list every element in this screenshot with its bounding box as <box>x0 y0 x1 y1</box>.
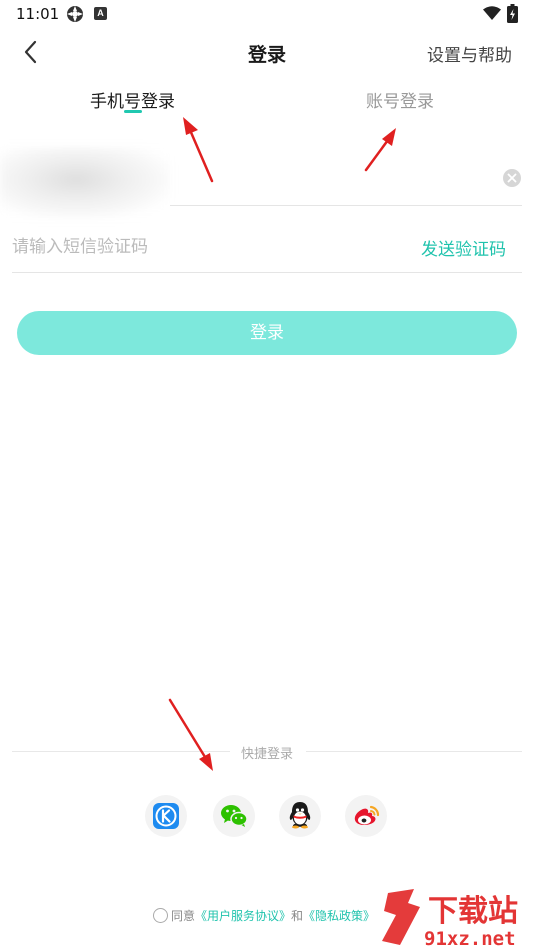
weibo-login-button[interactable] <box>345 795 387 837</box>
login-button[interactable]: 登录 <box>17 311 517 355</box>
agree-prefix: 同意 <box>171 909 196 923</box>
divider-line-right <box>306 751 522 752</box>
service-agreement-link[interactable]: 《用户服务协议》 <box>195 909 291 923</box>
watermark-title: 下载站 <box>428 894 518 929</box>
code-field-underline <box>12 272 522 273</box>
kugou-login-button[interactable] <box>145 795 187 837</box>
status-time: 11:01 <box>16 5 60 23</box>
wechat-login-button[interactable] <box>213 795 255 837</box>
active-tab-indicator <box>124 110 142 113</box>
badge-a-icon: A <box>94 7 107 20</box>
tab-account-login[interactable]: 账号登录 <box>366 87 434 112</box>
battery-icon <box>507 4 518 23</box>
send-code-button[interactable]: 发送验证码 <box>421 235 506 260</box>
settings-help-link[interactable]: 设置与帮助 <box>427 41 512 66</box>
annotation-arrows <box>168 117 396 771</box>
header: 登录 设置与帮助 <box>0 30 534 74</box>
quick-login-divider: 快捷登录 <box>12 742 522 762</box>
agree-conjunction: 和 <box>291 909 304 923</box>
qq-icon <box>289 802 311 829</box>
sms-code-input[interactable] <box>12 233 392 261</box>
blurred-phone-number <box>0 148 170 218</box>
close-icon <box>507 173 517 183</box>
agreement-row: 同意《用户服务协议》和《隐私政策》 <box>153 907 375 925</box>
qq-login-button[interactable] <box>279 795 321 837</box>
phone-field-underline <box>170 205 522 206</box>
tab-phone-login[interactable]: 手机号登录 <box>90 87 175 112</box>
clear-input-button[interactable] <box>503 169 521 187</box>
wifi-icon <box>483 6 501 20</box>
privacy-policy-link[interactable]: 《隐私政策》 <box>303 909 375 923</box>
app-notification-icon <box>67 6 83 22</box>
agree-checkbox[interactable] <box>153 908 168 923</box>
weibo-icon <box>354 805 380 825</box>
status-bar: 11:01 A <box>0 0 534 28</box>
sms-code-row: 发送验证码 <box>0 225 534 275</box>
quick-login-label: 快捷登录 <box>240 747 293 762</box>
kugou-icon <box>153 803 179 829</box>
watermark-url: 91xz.net <box>424 928 516 950</box>
site-watermark-logo: 下载站 91xz.net <box>382 889 518 950</box>
login-tabs: 手机号登录 账号登录 <box>0 82 534 122</box>
wechat-icon <box>221 805 248 827</box>
phone-number-field[interactable] <box>0 148 534 218</box>
